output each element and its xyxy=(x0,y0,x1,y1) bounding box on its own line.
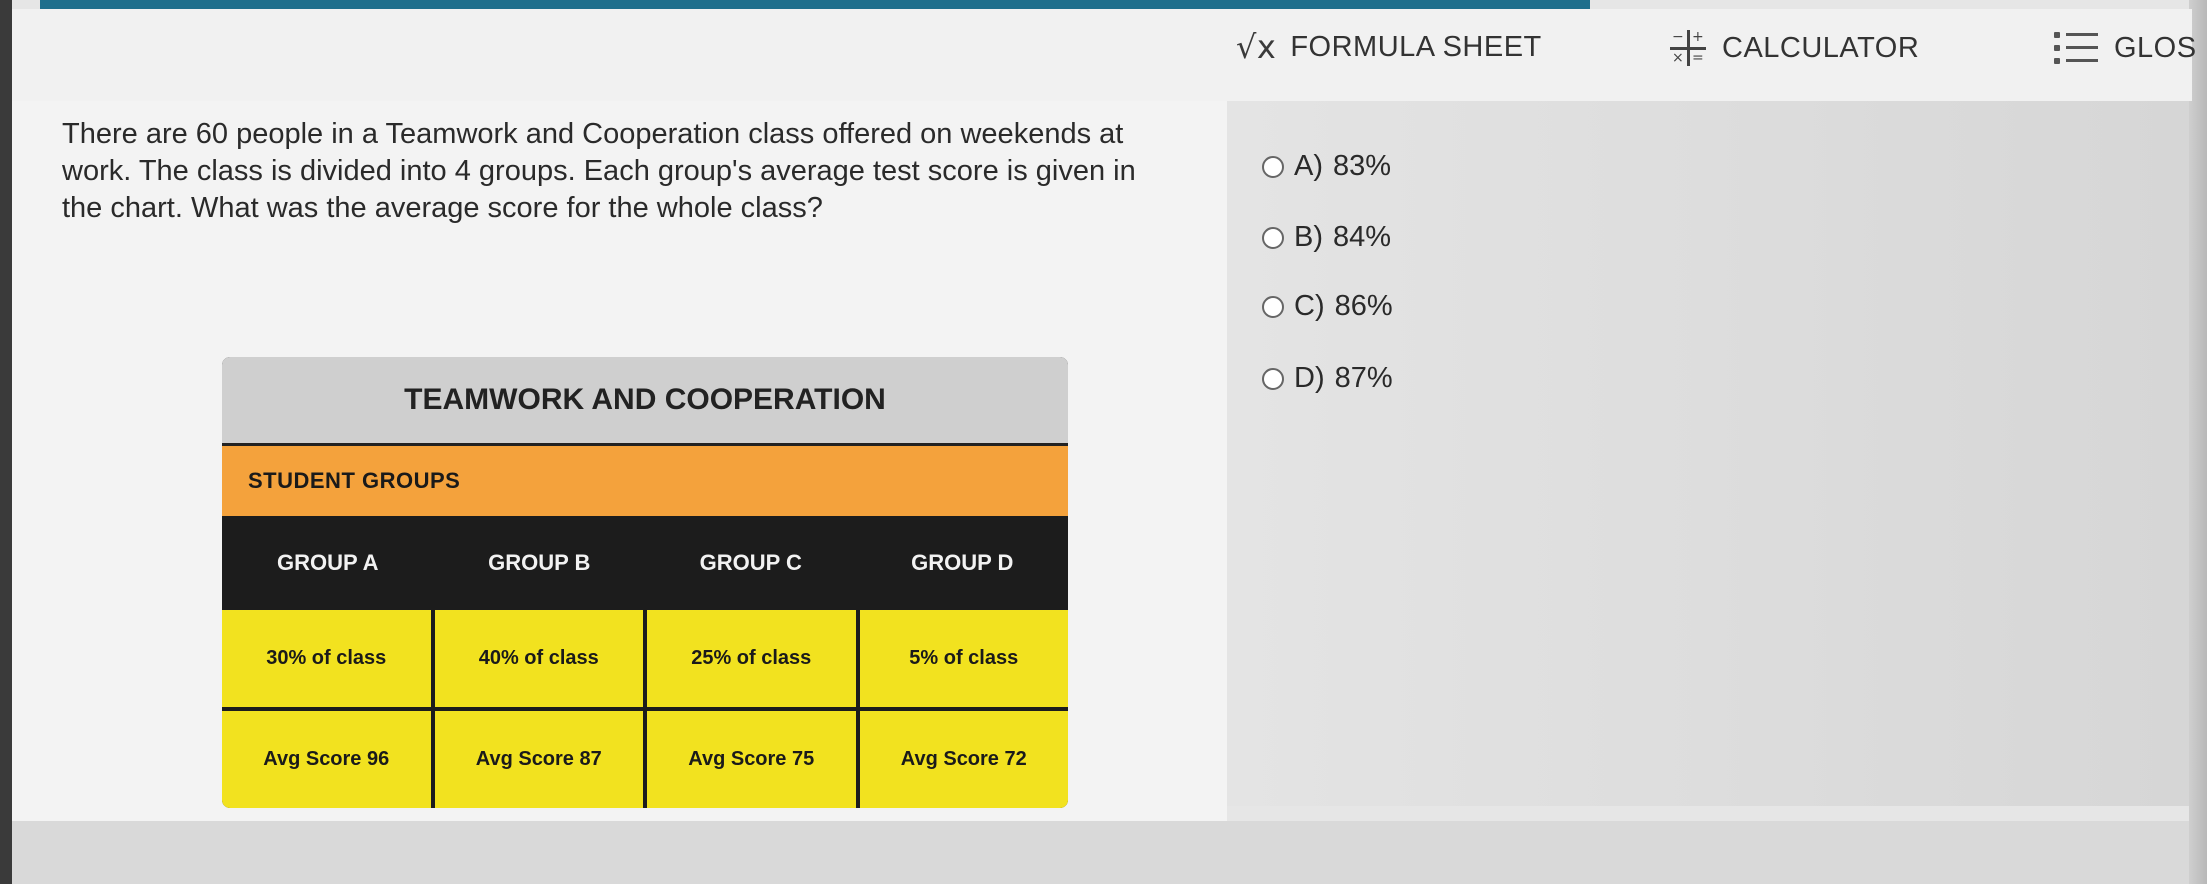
cell-share-b: 40% of class xyxy=(434,610,643,707)
option-d-letter: D) xyxy=(1294,362,1325,394)
answer-pane xyxy=(1227,101,2189,806)
glossary-button[interactable]: GLOS xyxy=(2054,28,2197,68)
square-root-icon: √x xyxy=(1236,28,1277,66)
calculator-icon: − + × = xyxy=(1670,29,1706,66)
radio-button-d[interactable] xyxy=(1262,367,1284,390)
formula-sheet-label: FORMULA SHEET xyxy=(1290,30,1542,63)
option-b[interactable]: B) 84% xyxy=(1262,221,1391,254)
option-c-letter: C) xyxy=(1294,290,1325,322)
cell-score-d: Avg Score 72 xyxy=(859,711,1068,808)
table-subtitle: STUDENT GROUPS xyxy=(222,446,1068,516)
header-group-d: GROUP D xyxy=(911,550,1014,575)
calculator-button[interactable]: − + × = CALCULATOR xyxy=(1668,28,1919,68)
table-row-share: 30% of class 40% of class 25% of class 5… xyxy=(222,610,1068,707)
question-text: There are 60 people in a Teamwork and Co… xyxy=(62,118,1136,224)
top-accent-bar xyxy=(40,0,1590,9)
bottom-band xyxy=(12,821,2189,884)
header-group-a: GROUP A xyxy=(277,550,379,575)
list-icon xyxy=(2054,28,2100,68)
left-frame-edge xyxy=(0,0,12,884)
cell-score-b: Avg Score 87 xyxy=(434,711,643,808)
option-c-text: 86% xyxy=(1334,290,1393,322)
option-a-text: 83% xyxy=(1333,150,1392,182)
radio-button-b[interactable] xyxy=(1262,226,1284,249)
cell-share-d: 5% of class xyxy=(859,610,1068,707)
radio-button-c[interactable] xyxy=(1262,295,1284,318)
option-d[interactable]: D) 87% xyxy=(1262,362,1393,395)
header-group-c: GROUP C xyxy=(699,550,802,575)
cell-score-c: Avg Score 75 xyxy=(647,711,856,808)
formula-sheet-button[interactable]: √x FORMULA SHEET xyxy=(1236,28,1542,66)
cell-share-a: 30% of class xyxy=(222,610,431,707)
option-a-letter: A) xyxy=(1294,150,1323,182)
right-frame-edge xyxy=(2189,0,2207,884)
group-table: TEAMWORK AND COOPERATION STUDENT GROUPS … xyxy=(222,357,1068,808)
option-c[interactable]: C) 86% xyxy=(1262,290,1393,323)
header-group-b: GROUP B xyxy=(488,550,591,575)
cell-share-c: 25% of class xyxy=(647,610,856,707)
radio-button-a[interactable] xyxy=(1262,155,1284,178)
table-title: TEAMWORK AND COOPERATION xyxy=(222,357,1068,446)
option-b-text: 84% xyxy=(1333,221,1392,253)
option-b-letter: B) xyxy=(1294,221,1323,253)
table-header-row: GROUP A GROUP B GROUP C GROUP D xyxy=(222,516,1068,610)
option-d-text: 87% xyxy=(1334,362,1393,394)
glossary-label: GLOS xyxy=(2114,31,2197,64)
table-row-score: Avg Score 96 Avg Score 87 Avg Score 75 A… xyxy=(222,711,1068,808)
calculator-label: CALCULATOR xyxy=(1722,31,1920,64)
cell-score-a: Avg Score 96 xyxy=(222,711,431,808)
option-a[interactable]: A) 83% xyxy=(1262,150,1391,183)
